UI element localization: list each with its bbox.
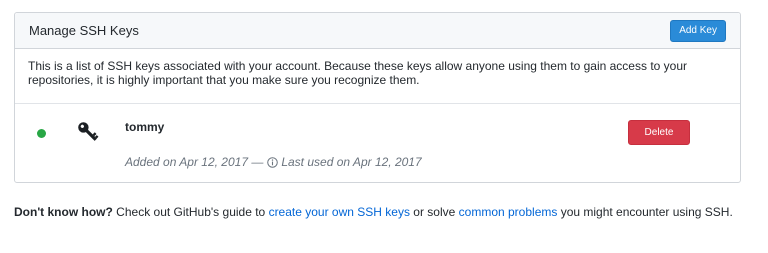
key-title: tommy	[125, 120, 165, 134]
key-metadata: Added on Apr 12, 2017 — Last used on Apr…	[125, 155, 422, 169]
common-problems-link[interactable]: common problems	[459, 205, 558, 219]
key-icon	[78, 122, 99, 141]
help-text-1: Check out GitHub's guide to	[112, 205, 269, 219]
page: Manage SSH Keys Add Key This is a list o…	[0, 0, 768, 253]
key-added-date: Added on Apr 12, 2017 —	[125, 155, 264, 169]
create-ssh-keys-link[interactable]: create your own SSH keys	[269, 205, 410, 219]
help-text-3: you might encounter using SSH.	[557, 205, 733, 219]
add-key-button[interactable]: Add Key	[670, 19, 726, 42]
panel-header: Manage SSH Keys Add Key	[15, 13, 740, 49]
status-dot-icon	[37, 129, 46, 138]
delete-key-button[interactable]: Delete	[628, 120, 690, 145]
help-text: Don't know how? Check out GitHub's guide…	[14, 205, 734, 220]
ssh-keys-panel: Manage SSH Keys Add Key This is a list o…	[14, 12, 741, 183]
panel-description: This is a list of SSH keys associated wi…	[15, 49, 740, 104]
ssh-key-row: tommy Added on Apr 12, 2017 — Last used …	[15, 104, 740, 182]
help-text-2: or solve	[409, 205, 459, 219]
help-lead: Don't know how?	[14, 205, 113, 219]
panel-title: Manage SSH Keys	[29, 23, 139, 38]
key-last-used: Last used on Apr 12, 2017	[281, 155, 422, 169]
info-icon	[267, 156, 279, 168]
